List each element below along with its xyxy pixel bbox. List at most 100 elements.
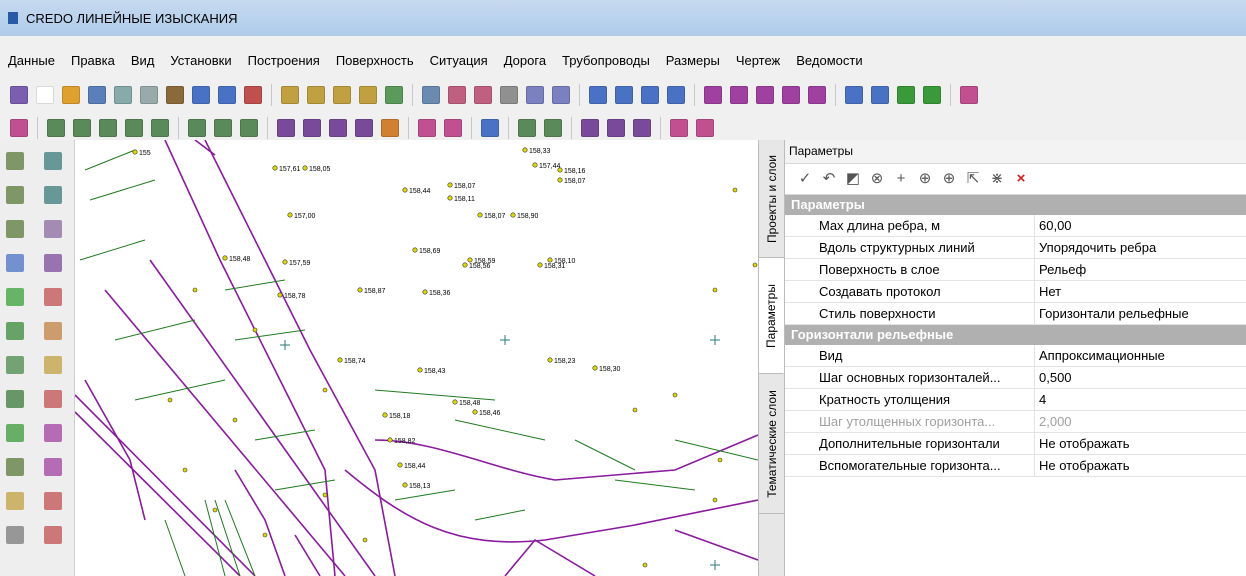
- left-tool-icon[interactable]: [44, 322, 62, 340]
- survey-point[interactable]: [192, 287, 198, 293]
- survey-point[interactable]: [417, 367, 423, 373]
- toolbar-tool-icon[interactable]: [808, 86, 826, 104]
- survey-point[interactable]: [262, 532, 268, 538]
- property-value[interactable]: 2,000: [1035, 411, 1246, 432]
- survey-point[interactable]: [232, 417, 238, 423]
- left-tool-icon[interactable]: [44, 288, 62, 306]
- toolbar-tool-icon[interactable]: [871, 86, 889, 104]
- left-tool-icon[interactable]: [6, 526, 24, 544]
- menu-item[interactable]: Чертеж: [728, 53, 788, 68]
- toolbar-tool-icon[interactable]: [385, 86, 403, 104]
- survey-point[interactable]: [522, 147, 528, 153]
- property-group-header[interactable]: Параметры: [785, 195, 1246, 215]
- toolbar-tool-icon[interactable]: [481, 119, 499, 137]
- menu-item[interactable]: Дорога: [496, 53, 554, 68]
- property-row[interactable]: Кратность утолщения 4: [785, 389, 1246, 411]
- apply-checkmark-icon[interactable]: ✓: [795, 169, 815, 189]
- toolbar-tool-icon[interactable]: [214, 119, 232, 137]
- property-row[interactable]: Поверхность в слое Рельеф: [785, 259, 1246, 281]
- toolbar-tool-icon[interactable]: [277, 119, 295, 137]
- survey-point[interactable]: [547, 257, 553, 263]
- survey-point[interactable]: [462, 262, 468, 268]
- property-value[interactable]: 4: [1035, 389, 1246, 410]
- toolbar-tool-icon[interactable]: [218, 86, 236, 104]
- survey-point[interactable]: [547, 357, 553, 363]
- toolbar-tool-icon[interactable]: [151, 119, 169, 137]
- menu-item[interactable]: Трубопроводы: [554, 53, 658, 68]
- tab-projects-layers[interactable]: Проекты и слои: [759, 140, 784, 258]
- left-tool-icon[interactable]: [6, 390, 24, 408]
- survey-point[interactable]: [272, 165, 278, 171]
- survey-point[interactable]: [337, 357, 343, 363]
- survey-point[interactable]: [382, 412, 388, 418]
- toolbar-tool-icon[interactable]: [474, 86, 492, 104]
- toolbar-tool-icon[interactable]: [960, 86, 978, 104]
- toolbar-tool-icon[interactable]: [418, 119, 436, 137]
- left-tool-icon[interactable]: [44, 186, 62, 204]
- left-tool-icon[interactable]: [44, 424, 62, 442]
- survey-point[interactable]: [717, 457, 723, 463]
- toolbar-tool-icon[interactable]: [192, 86, 210, 104]
- toolbar-tool-icon[interactable]: [303, 119, 321, 137]
- left-tool-icon[interactable]: [44, 152, 62, 170]
- survey-point[interactable]: [397, 462, 403, 468]
- toolbar-tool-icon[interactable]: [140, 86, 158, 104]
- survey-point[interactable]: [387, 437, 393, 443]
- survey-point[interactable]: [412, 247, 418, 253]
- left-tool-icon[interactable]: [6, 356, 24, 374]
- toolbar-tool-icon[interactable]: [544, 119, 562, 137]
- toolbar-tool-icon[interactable]: [526, 86, 544, 104]
- left-tool-icon[interactable]: [44, 526, 62, 544]
- survey-point[interactable]: [477, 212, 483, 218]
- survey-point[interactable]: [287, 212, 293, 218]
- menu-item[interactable]: Построения: [240, 53, 328, 68]
- toolbar-tool-icon[interactable]: [36, 86, 54, 104]
- menu-item[interactable]: Данные: [0, 53, 63, 68]
- survey-point[interactable]: [277, 292, 283, 298]
- survey-point[interactable]: [402, 482, 408, 488]
- toolbar-tool-icon[interactable]: [615, 86, 633, 104]
- survey-point[interactable]: [132, 149, 138, 155]
- toolbar-tool-icon[interactable]: [281, 86, 299, 104]
- property-row[interactable]: Стиль поверхности Горизонтали рельефные: [785, 303, 1246, 325]
- menu-item[interactable]: Правка: [63, 53, 123, 68]
- toolbar-tool-icon[interactable]: [923, 86, 941, 104]
- snap-point-icon[interactable]: ⊕: [915, 169, 935, 189]
- undo-icon[interactable]: ↶: [819, 169, 839, 189]
- property-value[interactable]: Не отображать: [1035, 433, 1246, 454]
- toolbar-tool-icon[interactable]: [581, 119, 599, 137]
- toolbar-tool-icon[interactable]: [641, 86, 659, 104]
- property-value[interactable]: Аппроксимационные: [1035, 345, 1246, 366]
- toolbar-tool-icon[interactable]: [329, 119, 347, 137]
- toolbar-tool-icon[interactable]: [244, 86, 262, 104]
- property-row[interactable]: Шаг основных горизонталей... 0,500: [785, 367, 1246, 389]
- survey-point[interactable]: [712, 287, 718, 293]
- toolbar-tool-icon[interactable]: [307, 86, 325, 104]
- property-row[interactable]: Вдоль структурных линий Упорядочить ребра: [785, 237, 1246, 259]
- snap-node-icon[interactable]: ⊕: [939, 169, 959, 189]
- left-tool-icon[interactable]: [44, 390, 62, 408]
- left-tool-icon[interactable]: [44, 458, 62, 476]
- survey-point[interactable]: [167, 397, 173, 403]
- property-row[interactable]: Дополнительные горизонтали Не отображать: [785, 433, 1246, 455]
- survey-point[interactable]: [537, 262, 543, 268]
- toolbar-tool-icon[interactable]: [381, 119, 399, 137]
- left-tool-icon[interactable]: [44, 220, 62, 238]
- select-cursor-icon[interactable]: ⇱: [963, 169, 983, 189]
- toolbar-tool-icon[interactable]: [589, 86, 607, 104]
- grid-snap-icon[interactable]: ⋇: [987, 169, 1007, 189]
- tab-parameters[interactable]: Параметры: [759, 258, 784, 374]
- survey-point[interactable]: [322, 387, 328, 393]
- survey-point[interactable]: [357, 287, 363, 293]
- toolbar-tool-icon[interactable]: [188, 119, 206, 137]
- toolbar-tool-icon[interactable]: [782, 86, 800, 104]
- survey-point[interactable]: [322, 492, 328, 498]
- survey-point[interactable]: [447, 182, 453, 188]
- property-row[interactable]: Шаг утолщенных горизонта... 2,000: [785, 411, 1246, 433]
- property-value[interactable]: Не отображать: [1035, 455, 1246, 476]
- property-row[interactable]: Вспомогательные горизонта... Не отображат…: [785, 455, 1246, 477]
- property-value[interactable]: 0,500: [1035, 367, 1246, 388]
- toolbar-tool-icon[interactable]: [10, 86, 28, 104]
- toolbar-tool-icon[interactable]: [422, 86, 440, 104]
- survey-point[interactable]: [422, 289, 428, 295]
